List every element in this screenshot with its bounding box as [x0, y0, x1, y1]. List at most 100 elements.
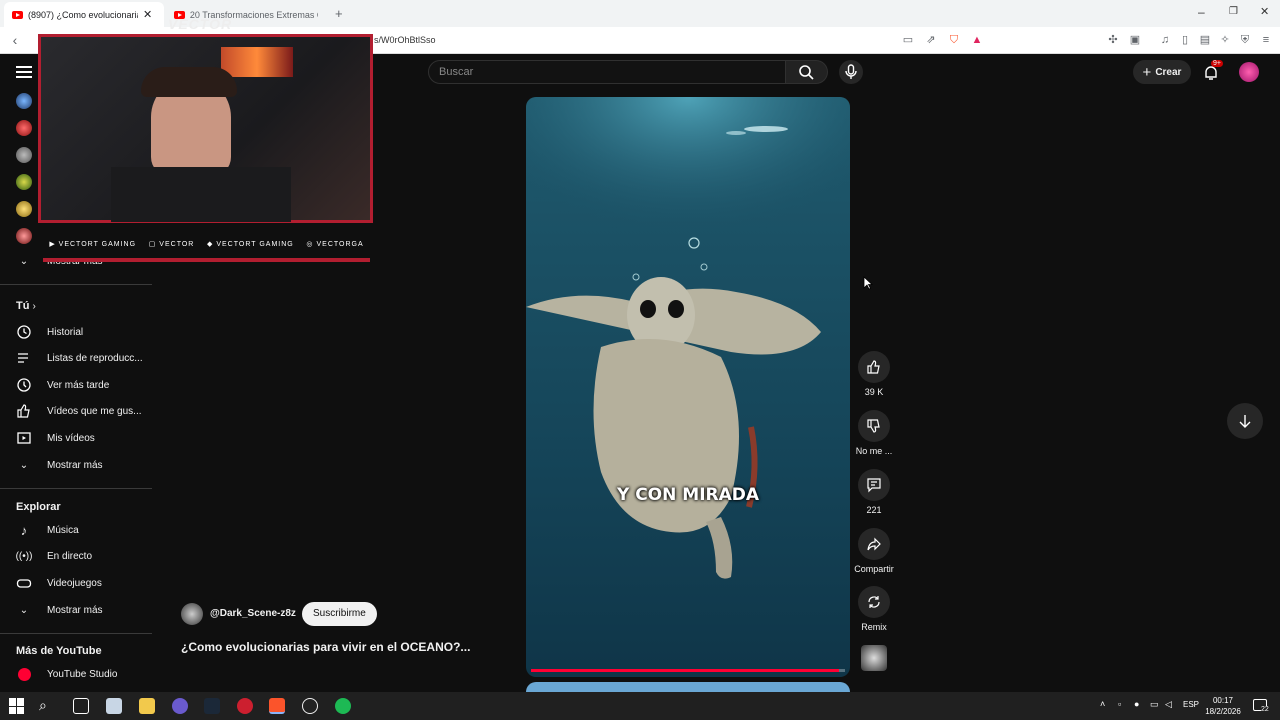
menu-icon[interactable]: ≡ [1259, 33, 1273, 47]
channel-avatar[interactable] [181, 603, 203, 625]
remix-label: Remix [861, 622, 887, 632]
screenshot-icon[interactable]: ▣ [1128, 33, 1142, 47]
file-explorer-icon[interactable] [139, 698, 155, 714]
sidebar-item-youtube-studio[interactable]: YouTube Studio [0, 661, 152, 687]
spotify-icon[interactable] [335, 698, 351, 714]
share-page-icon[interactable]: ⇗ [924, 33, 938, 47]
app-icon[interactable] [106, 698, 122, 714]
short-title[interactable]: ¿Como evolucionarias para vivir en el OC… [181, 640, 470, 654]
notifications-button[interactable]: 9+ [1202, 60, 1223, 82]
subscription-avatar[interactable] [16, 93, 32, 109]
cast-icon[interactable]: ▭ [901, 33, 915, 47]
tab-active[interactable]: (8907) ¿Como evolucionarias ✕ [4, 2, 164, 27]
search-icon[interactable]: ⌕ [39, 697, 47, 714]
dislike-label: No me ... [855, 446, 893, 456]
clock-time: 00:17 [1212, 696, 1234, 705]
hamburger-menu-icon[interactable] [16, 66, 32, 78]
sidebar-item-music[interactable]: ♪ Música [0, 517, 152, 543]
notification-count: 22 [1261, 706, 1269, 713]
tray-icon[interactable]: ▫ [1118, 699, 1121, 709]
sidebar-icon[interactable]: ▯ [1178, 33, 1192, 47]
sidebar-item-history[interactable]: Historial [0, 319, 152, 345]
search-input[interactable]: Buscar [428, 60, 786, 84]
windows-taskbar: ⌕ ˄ ▫ ● ▭ ◁ ESP 00:17 18/2/2026 22 [0, 692, 1280, 720]
sidebar-item-label: Mostrar más [47, 459, 103, 471]
minimize-icon[interactable]: – [1198, 5, 1205, 19]
clock-date: 18/2/2026 [1205, 707, 1241, 716]
leo-ai-icon[interactable]: ✧ [1218, 33, 1232, 47]
sidebar-item-my-videos[interactable]: Mis vídeos [0, 425, 152, 451]
history-icon [16, 324, 32, 340]
channel-name[interactable]: @Dark_Scene-z8z [210, 608, 296, 619]
sidebar-item-liked[interactable]: Vídeos que me gus... [0, 398, 152, 424]
sidebar-item-playlists[interactable]: Listas de reproducc... [0, 345, 152, 371]
subscription-avatar[interactable] [16, 120, 32, 136]
new-tab-icon[interactable]: + [335, 6, 343, 21]
remix-icon [868, 596, 880, 608]
sidebar-item-gaming[interactable]: Videojuegos [0, 570, 152, 596]
network-icon[interactable]: ▭ [1150, 699, 1159, 710]
vpn-icon[interactable]: ⛨ [1238, 33, 1252, 47]
webcam-frame [38, 34, 373, 223]
media-icon[interactable]: ♫ [1158, 33, 1172, 47]
brave-icon[interactable] [269, 698, 285, 714]
sidebar-item-label: Historial [47, 326, 84, 338]
sidebar-item-show-more[interactable]: ⌄ Mostrar más [0, 452, 152, 478]
sidebar-item-label: Mostrar más [47, 604, 103, 616]
share-button[interactable]: Compartir [853, 528, 895, 574]
sidebar-item-label: Ver más tarde [47, 379, 110, 391]
like-count: 39 K [864, 387, 884, 397]
language-indicator[interactable]: ESP [1183, 700, 1199, 709]
create-button[interactable]: + Crear [1133, 60, 1191, 84]
url-text[interactable]: s/W0rOhBtlSso [374, 35, 436, 45]
next-short-preview[interactable] [526, 682, 850, 692]
sidebar-item-watch-later[interactable]: Ver más tarde [0, 372, 152, 398]
windows-start-icon[interactable] [9, 698, 25, 714]
short-video-player[interactable]: Y CON MIRADA [526, 97, 850, 677]
video-progress-track[interactable] [531, 669, 845, 672]
overlay-social-twitch: ▢ VECTOR [148, 241, 195, 248]
chevron-up-icon[interactable]: ˄ [1100, 699, 1105, 709]
dislike-button[interactable]: No me ... [853, 410, 895, 456]
app-icon[interactable] [172, 698, 188, 714]
task-view-icon[interactable] [73, 698, 89, 714]
sidebar-item-live[interactable]: ((•)) En directo [0, 543, 152, 569]
sidebar-section-you[interactable]: Tú › [16, 300, 36, 312]
subscribe-button[interactable]: Suscribirme [302, 602, 377, 626]
notification-center-icon[interactable]: 22 [1253, 699, 1269, 713]
arrow-down-icon [1239, 415, 1251, 428]
subscription-avatar[interactable] [16, 201, 32, 217]
video-caption: Y CON MIRADA [616, 485, 760, 505]
steam-icon[interactable] [204, 698, 220, 714]
extensions-icon[interactable]: ✣ [1106, 33, 1120, 47]
next-short-button[interactable] [1227, 403, 1263, 439]
subscription-avatar[interactable] [16, 147, 32, 163]
volume-icon[interactable]: ◁ [1165, 699, 1172, 710]
brave-shield-icon[interactable]: ⛉ [947, 33, 961, 47]
video-frame-creature [526, 97, 850, 579]
sidebar-item-show-more[interactable]: ⌄ Mostrar más [0, 597, 152, 623]
clock[interactable]: 00:17 18/2/2026 [1203, 695, 1243, 717]
voice-search-button[interactable] [839, 60, 863, 84]
subscription-avatar[interactable] [16, 228, 32, 244]
brave-rewards-icon[interactable]: ▲ [970, 33, 984, 47]
mouse-cursor-icon [863, 276, 873, 290]
opera-icon[interactable] [237, 698, 253, 714]
sound-thumbnail[interactable] [861, 645, 887, 671]
remix-button[interactable]: Remix [853, 586, 895, 632]
subscription-avatar[interactable] [16, 174, 32, 190]
sidebar-item-label: En directo [47, 550, 93, 562]
like-button[interactable]: 39 K [853, 351, 895, 397]
sidebar-item-label: Listas de reproducc... [47, 352, 143, 364]
back-icon[interactable]: ‹ [8, 33, 22, 47]
comments-button[interactable]: 221 [853, 469, 895, 515]
restore-icon[interactable]: ❐ [1229, 6, 1238, 17]
obs-icon[interactable] [302, 698, 318, 714]
search-button[interactable] [786, 60, 828, 84]
close-window-icon[interactable]: ✕ [1260, 5, 1269, 18]
close-tab-icon[interactable]: ✕ [143, 8, 152, 21]
wallet-icon[interactable]: ▤ [1198, 33, 1212, 47]
overlay-social-instagram: ◎ VECTORGA [306, 241, 364, 248]
microphone-icon[interactable]: ● [1134, 699, 1139, 709]
avatar[interactable] [1239, 62, 1259, 82]
